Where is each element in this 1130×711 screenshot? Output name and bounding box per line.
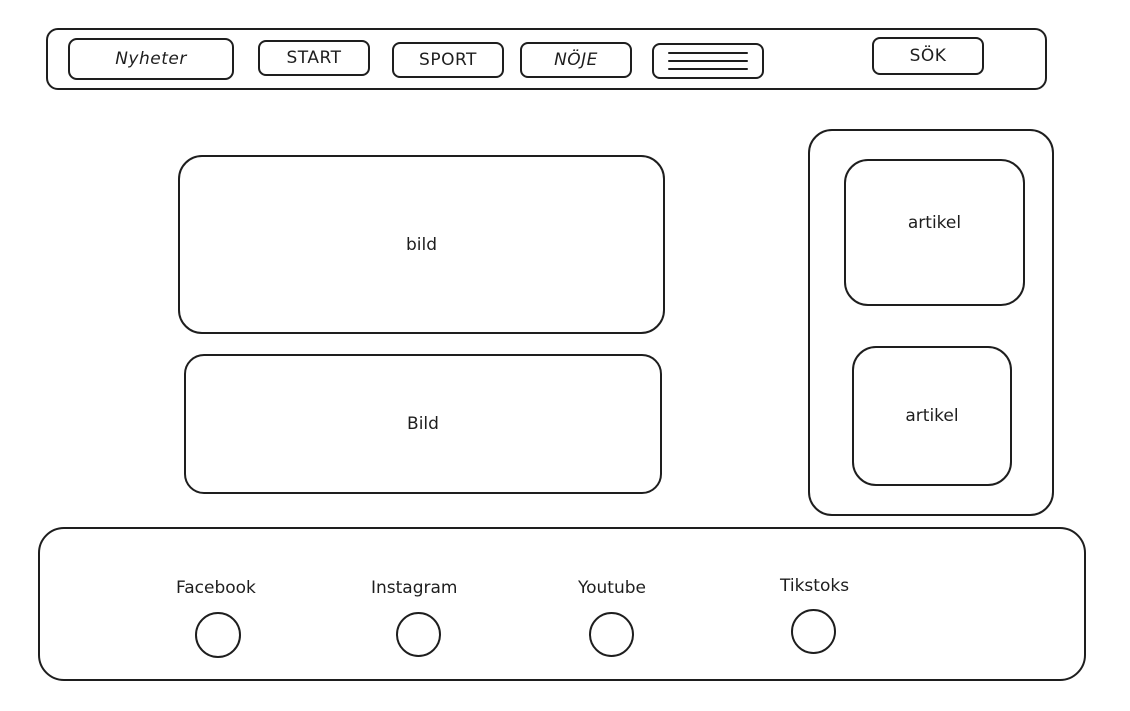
main-image-2-label: Bild <box>407 414 439 434</box>
instagram-circle-icon[interactable] <box>396 612 441 657</box>
nav-button-sport-label: SPORT <box>419 50 477 70</box>
footer-link-facebook-label[interactable]: Facebook <box>176 578 256 598</box>
nav-button-noje-label: NÖJE <box>554 50 598 70</box>
nav-button-nyheter[interactable]: Nyheter <box>68 38 234 80</box>
search-button-label: SÖK <box>909 46 947 66</box>
tikstoks-circle-icon[interactable] <box>791 609 836 654</box>
footer-link-instagram-label[interactable]: Instagram <box>371 578 458 598</box>
nav-button-sport[interactable]: SPORT <box>392 42 504 78</box>
footer-social-bar <box>38 527 1086 681</box>
sidebar-article-2-label: artikel <box>905 406 959 426</box>
search-button[interactable]: SÖK <box>872 37 984 75</box>
facebook-circle-icon[interactable] <box>195 612 241 658</box>
hamburger-menu-icon <box>654 45 762 77</box>
hamburger-menu-button[interactable] <box>652 43 764 79</box>
footer-link-tikstoks-label[interactable]: Tikstoks <box>780 576 849 596</box>
main-image-placeholder-2: Bild <box>184 354 662 494</box>
footer-link-youtube-label[interactable]: Youtube <box>578 578 646 598</box>
main-image-placeholder-1: bild <box>178 155 665 334</box>
nav-button-nyheter-label: Nyheter <box>115 49 187 69</box>
main-image-1-label: bild <box>405 234 438 255</box>
nav-button-start[interactable]: START <box>258 40 370 76</box>
sidebar-article-2[interactable]: artikel <box>852 346 1012 486</box>
sidebar-article-1[interactable]: artikel <box>844 159 1025 306</box>
nav-button-noje[interactable]: NÖJE <box>520 42 632 78</box>
youtube-circle-icon[interactable] <box>589 612 634 657</box>
sidebar-article-1-label: artikel <box>907 213 962 233</box>
nav-button-start-label: START <box>286 48 342 68</box>
